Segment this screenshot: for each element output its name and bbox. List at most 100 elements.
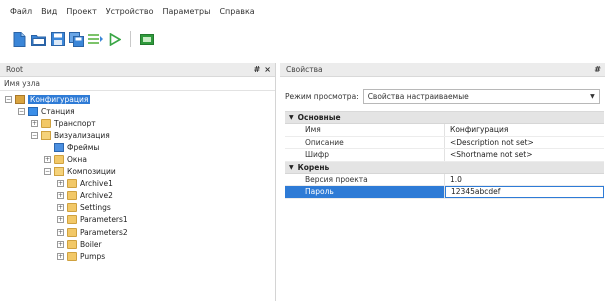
tree-node[interactable]: + Boiler — [0, 238, 275, 250]
open-folder-icon[interactable] — [31, 32, 46, 47]
tree-node[interactable]: − Конфигурация — [0, 93, 275, 105]
menu-parameters[interactable]: Параметры — [163, 7, 211, 16]
collapse-icon[interactable]: − — [44, 168, 51, 176]
pin-icon[interactable]: # — [594, 65, 601, 74]
frames-icon — [54, 142, 64, 152]
property-value[interactable]: 1.0 — [445, 174, 604, 186]
tree-panel-title: Root — [6, 65, 23, 74]
new-file-icon[interactable] — [12, 31, 27, 47]
property-row[interactable]: Шифр <Shortname not set> — [285, 149, 604, 162]
property-value[interactable]: <Description not set> — [445, 137, 604, 149]
expand-icon[interactable]: + — [57, 252, 64, 260]
property-row[interactable]: Пароль 12345abcdef — [285, 186, 604, 199]
tree-node[interactable]: + Parameters1 — [0, 214, 275, 226]
folder-icon — [67, 191, 77, 201]
menu-bar: Файл Вид Проект Устройство Параметры Спр… — [0, 0, 605, 22]
tree-node[interactable]: − Композиции — [0, 166, 275, 178]
expand-icon[interactable]: + — [44, 156, 51, 164]
tree-node-label: Визуализация — [54, 130, 110, 140]
toolbar-separator — [130, 31, 131, 47]
menu-project[interactable]: Проект — [66, 7, 96, 16]
menu-device[interactable]: Устройство — [106, 7, 154, 16]
tree-node[interactable]: + Parameters2 — [0, 226, 275, 238]
tree-node[interactable]: − Станция — [0, 105, 275, 117]
tree-node-label: Транспорт — [54, 118, 96, 128]
folder-icon — [54, 155, 64, 165]
collapse-triangle-icon[interactable]: ▼ — [289, 164, 294, 171]
tree-node-label: Archive2 — [80, 191, 113, 201]
tree-node-label: Фреймы — [67, 142, 100, 152]
tree-node[interactable]: + Окна — [0, 153, 275, 165]
folder-icon — [67, 239, 77, 249]
menu-file[interactable]: Файл — [10, 7, 32, 16]
properties-panel-title: Свойства — [286, 65, 323, 74]
property-category[interactable]: ▼ Основные — [285, 112, 604, 124]
config-icon — [15, 94, 25, 104]
tree-node[interactable]: + Archive2 — [0, 190, 275, 202]
property-value[interactable]: Конфигурация — [445, 124, 604, 136]
tree-node[interactable]: − Визуализация — [0, 129, 275, 141]
tree-node[interactable]: Фреймы — [0, 141, 275, 153]
save-all-icon[interactable] — [69, 31, 84, 47]
folder-icon — [67, 215, 77, 225]
expand-icon[interactable]: + — [57, 204, 64, 212]
property-row[interactable]: Версия проекта 1.0 — [285, 173, 604, 186]
folder-open-icon — [54, 167, 64, 177]
project-tree: − Конфигурация − Станция + Транспорт − Визуализ… — [0, 91, 275, 262]
expand-icon[interactable]: + — [57, 180, 64, 188]
tree-node[interactable]: + Транспорт — [0, 117, 275, 129]
tree-node-label: Boiler — [80, 239, 102, 249]
menu-help[interactable]: Справка — [219, 7, 254, 16]
property-value[interactable]: <Shortname not set> — [445, 149, 604, 161]
property-row[interactable]: Имя Конфигурация — [285, 124, 604, 137]
expand-icon[interactable]: + — [57, 240, 64, 248]
property-category-label: Основные — [297, 113, 341, 122]
property-grid: ▼ Основные Имя Конфигурация Описание <Descrip… — [285, 111, 604, 199]
tree-column-header: Имя узла — [0, 77, 275, 91]
properties-panel: Свойства # Режим просмотра: Свойства нас… — [280, 63, 605, 301]
folder-icon — [67, 227, 77, 237]
monitor-icon[interactable] — [139, 32, 154, 47]
pin-icon[interactable]: # — [254, 65, 261, 74]
view-mode-value: Свойства настраиваемые — [367, 91, 469, 101]
run-icon[interactable] — [107, 32, 122, 47]
property-category[interactable]: ▼ Корень — [285, 161, 604, 174]
tree-node-label: Parameters2 — [80, 227, 128, 237]
property-name: Описание — [285, 136, 445, 148]
tree-node-label: Станция — [41, 106, 75, 116]
expand-icon[interactable]: + — [57, 216, 64, 224]
save-icon[interactable] — [50, 32, 65, 47]
properties-panel-header: Свойства # — [280, 63, 605, 77]
property-name: Пароль — [285, 186, 445, 198]
tree-node[interactable]: + Pumps — [0, 250, 275, 262]
tree-panel: Root # × Имя узла − Конфигурация − Станция +… — [0, 63, 276, 301]
collapse-triangle-icon[interactable]: ▼ — [289, 114, 294, 121]
tree-node-label: Parameters1 — [80, 215, 128, 225]
property-name: Имя — [285, 124, 445, 136]
list-icon[interactable] — [88, 32, 103, 47]
property-name: Версия проекта — [285, 173, 445, 185]
tree-node-label: Pumps — [80, 251, 106, 261]
tree-node[interactable]: + Settings — [0, 202, 275, 214]
collapse-icon[interactable]: − — [5, 95, 12, 103]
folder-icon — [67, 251, 77, 261]
close-icon[interactable]: × — [264, 65, 271, 74]
tree-node[interactable]: + Archive1 — [0, 178, 275, 190]
tree-node-label: Конфигурация — [28, 94, 91, 104]
property-row[interactable]: Описание <Description not set> — [285, 136, 604, 149]
menu-view[interactable]: Вид — [41, 7, 57, 16]
property-name: Шифр — [285, 149, 445, 161]
tree-node-label: Archive1 — [80, 179, 113, 189]
expand-icon[interactable]: + — [57, 192, 64, 200]
expand-icon[interactable]: + — [57, 228, 64, 236]
property-value-input[interactable]: 12345abcdef — [445, 186, 604, 198]
collapse-icon[interactable]: − — [18, 107, 25, 115]
collapse-icon[interactable]: − — [31, 131, 38, 139]
expand-icon[interactable]: + — [31, 119, 38, 127]
view-mode-label: Режим просмотра: — [285, 91, 359, 101]
view-mode-select[interactable]: Свойства настраиваемые ▼ — [362, 88, 600, 104]
tree-node-label: Окна — [67, 155, 87, 165]
property-category-label: Корень — [297, 162, 330, 172]
tree-panel-header: Root # × — [0, 63, 275, 77]
